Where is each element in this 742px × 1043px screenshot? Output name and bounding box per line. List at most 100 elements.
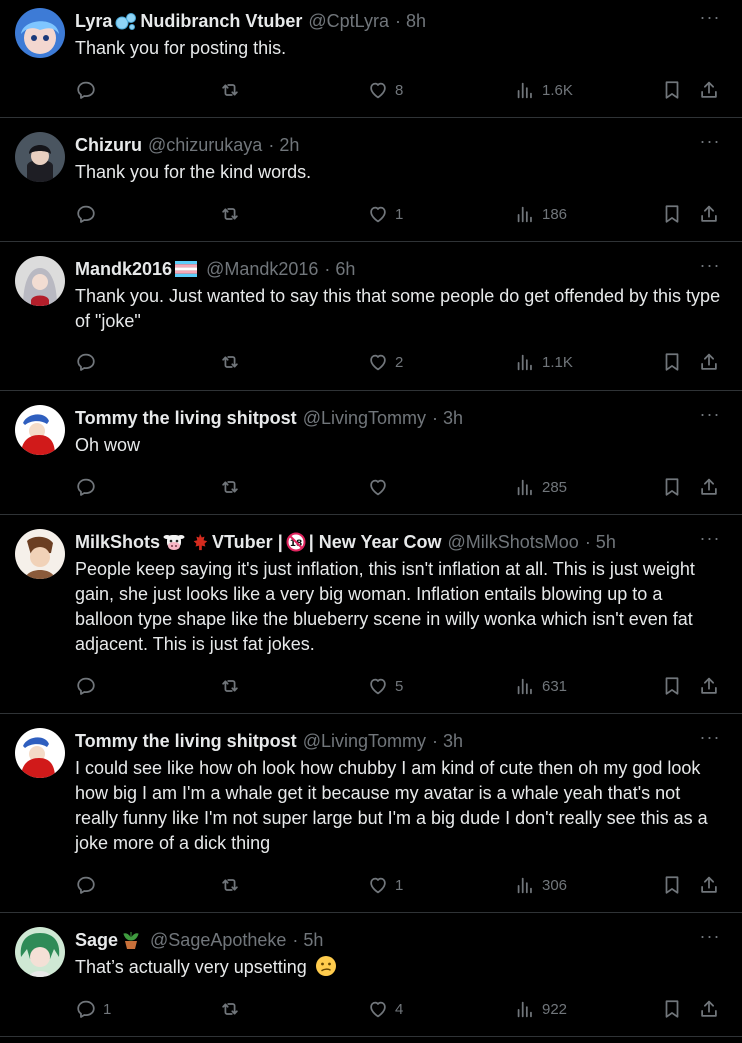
retweet-button[interactable] (219, 348, 247, 376)
tweet[interactable]: Tommy the living shitpost @LivingTommy ·… (0, 391, 742, 515)
display-name[interactable]: MilkShots (75, 532, 160, 553)
share-button[interactable] (698, 200, 720, 228)
bookmark-button[interactable] (661, 76, 683, 104)
reply-icon (75, 79, 97, 101)
more-icon[interactable]: ··· (698, 405, 722, 427)
retweet-button[interactable] (219, 200, 247, 228)
views-button[interactable]: 631 (514, 672, 567, 700)
display-name[interactable]: Sage (75, 930, 118, 951)
timestamp[interactable]: · 5h (585, 532, 616, 553)
reply-button[interactable] (75, 871, 103, 899)
display-name[interactable]: Tommy the living shitpost (75, 731, 297, 752)
views-icon (514, 998, 536, 1020)
like-button[interactable]: 8 (367, 76, 403, 104)
tweet-header: Tommy the living shitpost @LivingTommy ·… (75, 730, 692, 752)
avatar[interactable] (15, 256, 65, 306)
bookmark-button[interactable] (661, 871, 683, 899)
handle[interactable]: @CptLyra (308, 11, 389, 32)
handle[interactable]: @MilkShotsMoo (448, 532, 579, 553)
timestamp[interactable]: · 6h (324, 259, 355, 280)
more-icon[interactable]: ··· (698, 256, 722, 278)
share-button[interactable] (698, 348, 720, 376)
more-icon[interactable]: ··· (698, 8, 722, 30)
like-button[interactable]: 2 (367, 348, 403, 376)
retweet-button[interactable] (219, 871, 247, 899)
views-button[interactable]: 922 (514, 995, 567, 1023)
display-name-suffix[interactable]: Nudibranch Vtuber (140, 11, 302, 32)
views-button[interactable]: 1.6K (514, 76, 573, 104)
more-icon[interactable]: ··· (698, 132, 722, 154)
share-button[interactable] (698, 76, 720, 104)
display-name-suffix[interactable]: VTuber | (212, 532, 283, 553)
display-name[interactable]: Mandk2016 (75, 259, 172, 280)
handle[interactable]: @Mandk2016 (206, 259, 318, 280)
bookmark-button[interactable] (661, 473, 683, 501)
tweet-header: Mandk2016 @Mandk2016 · 6h (75, 258, 692, 280)
avatar[interactable] (15, 927, 65, 977)
action-bar: 8 1.6K (75, 76, 725, 104)
display-name[interactable]: Chizuru (75, 135, 142, 156)
views-icon (514, 675, 536, 697)
cow-face-icon (163, 535, 185, 550)
avatar[interactable] (15, 529, 65, 579)
handle[interactable]: @chizurukaya (148, 135, 262, 156)
more-icon[interactable]: ··· (698, 728, 722, 750)
handle[interactable]: @LivingTommy (303, 731, 426, 752)
reply-button[interactable]: 1 (75, 995, 111, 1023)
share-button[interactable] (698, 473, 720, 501)
like-button[interactable]: 1 (367, 200, 403, 228)
tweet[interactable]: Sage @SageApotheke · 5h ··· That’s actua… (0, 913, 742, 1037)
like-button[interactable]: 5 (367, 672, 403, 700)
no-under-18-icon: 18 (286, 532, 306, 552)
reply-button[interactable] (75, 200, 103, 228)
bookmark-button[interactable] (661, 200, 683, 228)
reply-button[interactable] (75, 76, 103, 104)
retweet-button[interactable] (219, 672, 247, 700)
retweet-button[interactable] (219, 473, 247, 501)
handle[interactable]: @LivingTommy (303, 408, 426, 429)
avatar[interactable] (15, 8, 65, 58)
share-button[interactable] (698, 995, 720, 1023)
like-button[interactable] (367, 473, 395, 501)
share-button[interactable] (698, 871, 720, 899)
avatar[interactable] (15, 405, 65, 455)
reply-button[interactable] (75, 348, 103, 376)
more-icon[interactable]: ··· (698, 927, 722, 949)
display-name[interactable]: Lyra (75, 11, 112, 32)
tweet[interactable]: Lyra Nudibranch Vtuber @CptLyra · 8h ···… (0, 0, 742, 118)
views-button[interactable]: 1.1K (514, 348, 573, 376)
display-name-suffix-2[interactable]: | New Year Cow (309, 532, 442, 553)
share-button[interactable] (698, 672, 720, 700)
views-button[interactable]: 306 (514, 871, 567, 899)
handle[interactable]: @SageApotheke (150, 930, 286, 951)
avatar[interactable] (15, 132, 65, 182)
timestamp[interactable]: · 3h (432, 731, 463, 752)
bookmark-button[interactable] (661, 348, 683, 376)
retweet-icon (219, 998, 241, 1020)
timestamp[interactable]: · 8h (395, 11, 426, 32)
tweet[interactable]: Chizuru @chizurukaya · 2h ··· Thank you … (0, 118, 742, 242)
retweet-button[interactable] (219, 76, 247, 104)
display-name[interactable]: Tommy the living shitpost (75, 408, 297, 429)
share-icon (698, 79, 720, 101)
timestamp[interactable]: · 5h (292, 930, 323, 951)
bookmark-button[interactable] (661, 672, 683, 700)
retweet-icon (219, 675, 241, 697)
tweet-text: Thank you. Just wanted to say this that … (75, 286, 721, 331)
timestamp[interactable]: · 2h (268, 135, 299, 156)
like-button[interactable]: 4 (367, 995, 403, 1023)
retweet-button[interactable] (219, 995, 247, 1023)
timestamp[interactable]: · 3h (432, 408, 463, 429)
like-button[interactable]: 1 (367, 871, 403, 899)
tweet[interactable]: MilkShots VTuber | 18 | New Year Cow @Mi… (0, 515, 742, 714)
reply-button[interactable] (75, 473, 103, 501)
avatar[interactable] (15, 728, 65, 778)
reply-button[interactable] (75, 672, 103, 700)
more-icon[interactable]: ··· (698, 529, 722, 551)
views-button[interactable]: 285 (514, 473, 567, 501)
tweet[interactable]: Mandk2016 @Mandk2016 · 6h ··· Thank you.… (0, 242, 742, 391)
tweet[interactable]: Tommy the living shitpost @LivingTommy ·… (0, 714, 742, 913)
retweet-icon (219, 476, 241, 498)
bookmark-button[interactable] (661, 995, 683, 1023)
views-button[interactable]: 186 (514, 200, 567, 228)
